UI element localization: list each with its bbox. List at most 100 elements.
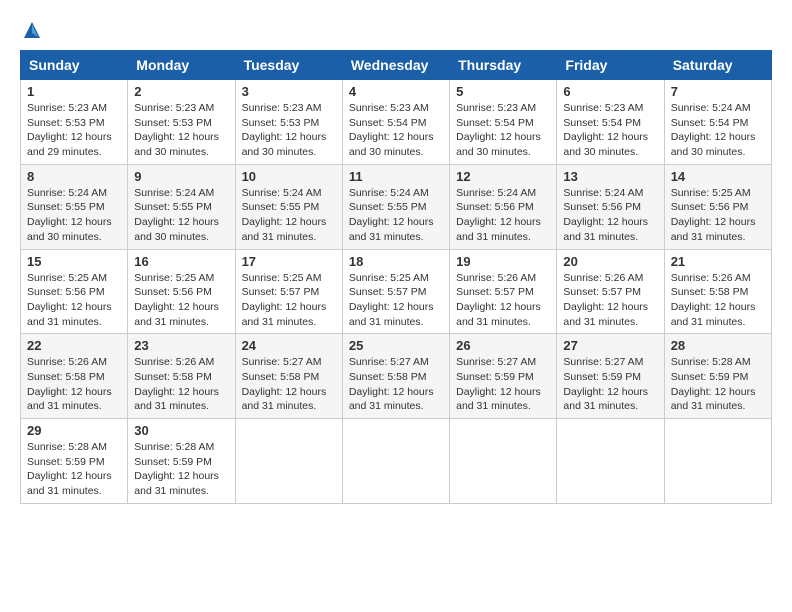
day-info: Sunrise: 5:23 AMSunset: 5:53 PMDaylight:… <box>27 101 121 160</box>
calendar-cell <box>235 419 342 504</box>
calendar-header-thursday: Thursday <box>450 51 557 80</box>
calendar-cell: 23Sunrise: 5:26 AMSunset: 5:58 PMDayligh… <box>128 334 235 419</box>
day-number: 12 <box>456 169 550 184</box>
day-number: 17 <box>242 254 336 269</box>
calendar-table: SundayMondayTuesdayWednesdayThursdayFrid… <box>20 50 772 504</box>
calendar-cell: 9 Sunrise: 5:24 AMSunset: 5:55 PMDaylight… <box>128 164 235 249</box>
calendar-cell: 13 Sunrise: 5:24 AMSunset: 5:56 PMDayligh… <box>557 164 664 249</box>
calendar-cell: 6 Sunrise: 5:23 AMSunset: 5:54 PMDaylight… <box>557 80 664 165</box>
calendar-cell: 26 Sunrise: 5:27 AMSunset: 5:59 PMDayligh… <box>450 334 557 419</box>
calendar-cell: 16Sunrise: 5:25 AMSunset: 5:56 PMDayligh… <box>128 249 235 334</box>
calendar-cell: 29Sunrise: 5:28 AMSunset: 5:59 PMDayligh… <box>21 419 128 504</box>
day-info: Sunrise: 5:23 AMSunset: 5:53 PMDaylight:… <box>134 101 228 160</box>
day-info: Sunrise: 5:27 AMSunset: 5:58 PMDaylight:… <box>349 355 443 414</box>
day-info: Sunrise: 5:26 AMSunset: 5:58 PMDaylight:… <box>671 271 765 330</box>
logo <box>20 20 42 40</box>
calendar-week-row: 8 Sunrise: 5:24 AMSunset: 5:55 PMDaylight… <box>21 164 772 249</box>
calendar-header-saturday: Saturday <box>664 51 771 80</box>
day-info: Sunrise: 5:24 AMSunset: 5:55 PMDaylight:… <box>134 186 228 245</box>
calendar-cell: 14Sunrise: 5:25 AMSunset: 5:56 PMDayligh… <box>664 164 771 249</box>
header <box>20 20 772 40</box>
calendar-cell: 10 Sunrise: 5:24 AMSunset: 5:55 PMDayligh… <box>235 164 342 249</box>
calendar-cell: 17 Sunrise: 5:25 AMSunset: 5:57 PMDayligh… <box>235 249 342 334</box>
day-number: 2 <box>134 84 228 99</box>
day-number: 28 <box>671 338 765 353</box>
calendar-cell: 3 Sunrise: 5:23 AMSunset: 5:53 PMDaylight… <box>235 80 342 165</box>
calendar-cell: 18Sunrise: 5:25 AMSunset: 5:57 PMDayligh… <box>342 249 449 334</box>
day-number: 6 <box>563 84 657 99</box>
day-info: Sunrise: 5:25 AMSunset: 5:56 PMDaylight:… <box>134 271 228 330</box>
calendar-header-wednesday: Wednesday <box>342 51 449 80</box>
day-number: 27 <box>563 338 657 353</box>
day-info: Sunrise: 5:26 AMSunset: 5:58 PMDaylight:… <box>27 355 121 414</box>
calendar-cell: 11 Sunrise: 5:24 AMSunset: 5:55 PMDayligh… <box>342 164 449 249</box>
day-info: Sunrise: 5:28 AMSunset: 5:59 PMDaylight:… <box>671 355 765 414</box>
calendar-header-friday: Friday <box>557 51 664 80</box>
calendar-cell <box>557 419 664 504</box>
day-number: 19 <box>456 254 550 269</box>
day-number: 10 <box>242 169 336 184</box>
day-info: Sunrise: 5:24 AMSunset: 5:55 PMDaylight:… <box>349 186 443 245</box>
calendar-cell <box>342 419 449 504</box>
day-number: 20 <box>563 254 657 269</box>
day-number: 1 <box>27 84 121 99</box>
calendar-cell: 5 Sunrise: 5:23 AMSunset: 5:54 PMDaylight… <box>450 80 557 165</box>
calendar-week-row: 29Sunrise: 5:28 AMSunset: 5:59 PMDayligh… <box>21 419 772 504</box>
calendar-cell: 7 Sunrise: 5:24 AMSunset: 5:54 PMDaylight… <box>664 80 771 165</box>
calendar-cell: 15Sunrise: 5:25 AMSunset: 5:56 PMDayligh… <box>21 249 128 334</box>
calendar-cell: 12 Sunrise: 5:24 AMSunset: 5:56 PMDayligh… <box>450 164 557 249</box>
day-info: Sunrise: 5:24 AMSunset: 5:54 PMDaylight:… <box>671 101 765 160</box>
day-number: 15 <box>27 254 121 269</box>
day-info: Sunrise: 5:26 AMSunset: 5:57 PMDaylight:… <box>456 271 550 330</box>
day-info: Sunrise: 5:25 AMSunset: 5:57 PMDaylight:… <box>349 271 443 330</box>
day-info: Sunrise: 5:24 AMSunset: 5:56 PMDaylight:… <box>563 186 657 245</box>
calendar-cell: 22 Sunrise: 5:26 AMSunset: 5:58 PMDayligh… <box>21 334 128 419</box>
day-info: Sunrise: 5:27 AMSunset: 5:59 PMDaylight:… <box>563 355 657 414</box>
day-info: Sunrise: 5:23 AMSunset: 5:54 PMDaylight:… <box>349 101 443 160</box>
calendar-header-sunday: Sunday <box>21 51 128 80</box>
calendar-cell <box>450 419 557 504</box>
day-number: 13 <box>563 169 657 184</box>
calendar-week-row: 22 Sunrise: 5:26 AMSunset: 5:58 PMDayligh… <box>21 334 772 419</box>
day-number: 9 <box>134 169 228 184</box>
day-number: 30 <box>134 423 228 438</box>
day-number: 26 <box>456 338 550 353</box>
day-number: 22 <box>27 338 121 353</box>
day-info: Sunrise: 5:27 AMSunset: 5:58 PMDaylight:… <box>242 355 336 414</box>
day-number: 14 <box>671 169 765 184</box>
day-number: 7 <box>671 84 765 99</box>
day-number: 3 <box>242 84 336 99</box>
day-info: Sunrise: 5:25 AMSunset: 5:57 PMDaylight:… <box>242 271 336 330</box>
calendar-cell: 8 Sunrise: 5:24 AMSunset: 5:55 PMDaylight… <box>21 164 128 249</box>
day-info: Sunrise: 5:23 AMSunset: 5:54 PMDaylight:… <box>456 101 550 160</box>
day-info: Sunrise: 5:23 AMSunset: 5:53 PMDaylight:… <box>242 101 336 160</box>
day-info: Sunrise: 5:24 AMSunset: 5:55 PMDaylight:… <box>242 186 336 245</box>
day-info: Sunrise: 5:28 AMSunset: 5:59 PMDaylight:… <box>134 440 228 499</box>
calendar-cell: 2 Sunrise: 5:23 AMSunset: 5:53 PMDaylight… <box>128 80 235 165</box>
logo-icon <box>22 20 42 40</box>
day-info: Sunrise: 5:24 AMSunset: 5:56 PMDaylight:… <box>456 186 550 245</box>
calendar-week-row: 15 Sunrise: 5:25 AMSunset: 5:56 PMDayligh… <box>21 249 772 334</box>
day-number: 21 <box>671 254 765 269</box>
calendar-cell: 27 Sunrise: 5:27 AMSunset: 5:59 PMDayligh… <box>557 334 664 419</box>
calendar-cell <box>664 419 771 504</box>
day-number: 4 <box>349 84 443 99</box>
day-info: Sunrise: 5:26 AMSunset: 5:58 PMDaylight:… <box>134 355 228 414</box>
calendar-cell: 4 Sunrise: 5:23 AMSunset: 5:54 PMDaylight… <box>342 80 449 165</box>
day-number: 24 <box>242 338 336 353</box>
calendar-header-monday: Monday <box>128 51 235 80</box>
calendar-cell: 28 Sunrise: 5:28 AMSunset: 5:59 PMDayligh… <box>664 334 771 419</box>
day-number: 8 <box>27 169 121 184</box>
day-info: Sunrise: 5:24 AMSunset: 5:55 PMDaylight:… <box>27 186 121 245</box>
calendar-cell: 25 Sunrise: 5:27 AMSunset: 5:58 PMDayligh… <box>342 334 449 419</box>
calendar-header-tuesday: Tuesday <box>235 51 342 80</box>
calendar-header-row: SundayMondayTuesdayWednesdayThursdayFrid… <box>21 51 772 80</box>
calendar-cell: 30 Sunrise: 5:28 AMSunset: 5:59 PMDayligh… <box>128 419 235 504</box>
day-info: Sunrise: 5:23 AMSunset: 5:54 PMDaylight:… <box>563 101 657 160</box>
day-number: 5 <box>456 84 550 99</box>
calendar-cell: 24 Sunrise: 5:27 AMSunset: 5:58 PMDayligh… <box>235 334 342 419</box>
day-number: 25 <box>349 338 443 353</box>
day-info: Sunrise: 5:27 AMSunset: 5:59 PMDaylight:… <box>456 355 550 414</box>
day-number: 11 <box>349 169 443 184</box>
day-info: Sunrise: 5:28 AMSunset: 5:59 PMDaylight:… <box>27 440 121 499</box>
